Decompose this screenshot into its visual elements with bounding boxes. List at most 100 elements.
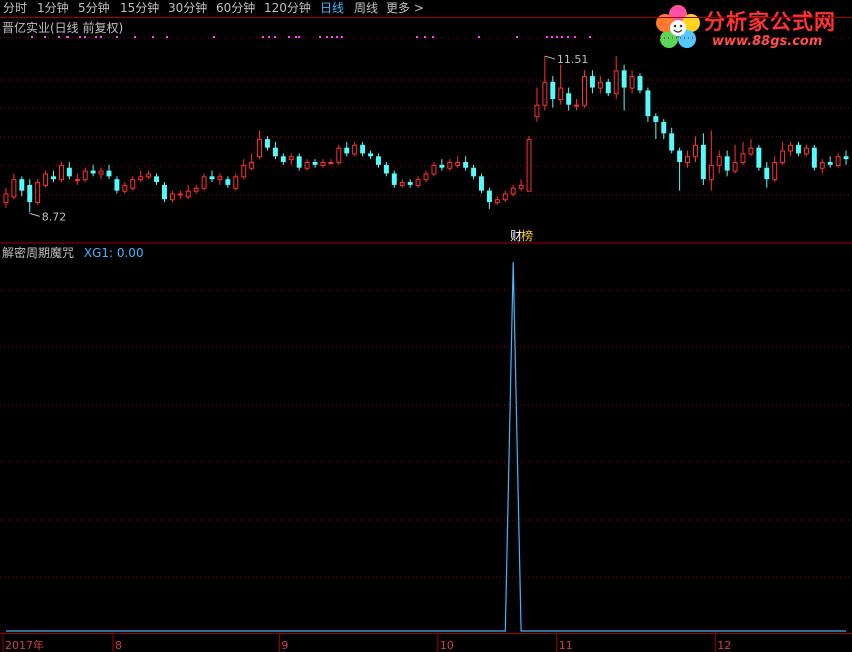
candle-body-99 xyxy=(788,144,794,152)
candle-body-22 xyxy=(177,193,183,196)
candle-76 xyxy=(605,78,611,97)
candle-body-60 xyxy=(479,176,484,191)
candle-5 xyxy=(43,170,49,188)
candle-body-28 xyxy=(225,179,231,185)
candle-body-61 xyxy=(486,190,492,203)
candle-84 xyxy=(669,127,675,154)
candle-77 xyxy=(613,56,619,99)
event-dot-1 xyxy=(44,36,46,38)
candle-19 xyxy=(154,173,160,185)
stock-chart[interactable]: 8.7211.51财榜 2017年 8 9 10 11 12 xyxy=(0,0,852,652)
candle-body-11 xyxy=(90,170,96,174)
candle-4 xyxy=(35,179,41,205)
candle-14 xyxy=(114,176,120,194)
x-tick-label-4: 11 xyxy=(559,639,573,652)
candle-97 xyxy=(772,156,778,183)
x-tick-label-3: 10 xyxy=(440,639,454,652)
event-dot-31 xyxy=(551,36,553,38)
candle-3 xyxy=(27,179,33,213)
candle-body-70 xyxy=(558,87,564,101)
candle-body-93 xyxy=(740,153,746,163)
candle-body-54 xyxy=(431,164,437,175)
event-dot-16 xyxy=(274,36,276,38)
candle-24 xyxy=(193,184,199,194)
candle-43 xyxy=(344,141,350,157)
candle-body-104 xyxy=(827,162,833,165)
candle-body-29 xyxy=(233,176,239,189)
event-dot-24 xyxy=(341,36,343,38)
event-dot-11 xyxy=(152,36,154,38)
candle-32 xyxy=(257,130,263,160)
candle-38 xyxy=(304,159,310,171)
candle-36 xyxy=(288,153,294,165)
candle-98 xyxy=(780,141,786,165)
candle-26 xyxy=(209,170,215,183)
candle-72 xyxy=(574,99,580,111)
candle-body-102 xyxy=(811,147,817,168)
candle-body-26 xyxy=(209,176,215,180)
candle-body-7 xyxy=(58,164,64,181)
candle-body-25 xyxy=(201,176,207,189)
candle-body-0 xyxy=(3,193,9,204)
candle-46 xyxy=(368,150,373,160)
candle-body-88 xyxy=(700,144,706,180)
candle-23 xyxy=(185,184,191,200)
candle-body-6 xyxy=(51,176,56,180)
candle-body-34 xyxy=(272,147,278,157)
candle-body-95 xyxy=(756,147,762,168)
candle-52 xyxy=(415,176,421,188)
candle-body-37 xyxy=(296,156,302,168)
candle-body-2 xyxy=(19,179,25,191)
candle-86 xyxy=(685,150,690,168)
candle-28 xyxy=(225,176,231,188)
candle-body-97 xyxy=(772,162,778,181)
candle-9 xyxy=(74,173,80,185)
candle-80 xyxy=(637,73,643,94)
candle-27 xyxy=(217,173,223,185)
x-tick-label-5: 12 xyxy=(717,639,731,652)
candle-15 xyxy=(122,182,128,194)
candle-body-106 xyxy=(843,156,849,160)
candle-51 xyxy=(407,179,413,188)
x-tick-label-0: 2017年 xyxy=(5,638,44,652)
candle-30 xyxy=(241,159,247,180)
candle-83 xyxy=(661,119,667,140)
candle-body-42 xyxy=(336,147,342,164)
candle-body-5 xyxy=(43,173,49,186)
event-dot-34 xyxy=(567,36,569,38)
candle-body-103 xyxy=(819,162,825,169)
candle-49 xyxy=(391,170,397,188)
event-dot-5 xyxy=(79,36,81,38)
event-dot-2 xyxy=(58,36,60,38)
event-dot-10 xyxy=(134,36,136,38)
candle-0 xyxy=(3,187,9,208)
candle-body-69 xyxy=(550,81,556,99)
candle-body-36 xyxy=(288,156,294,161)
candle-12 xyxy=(98,167,104,180)
candle-53 xyxy=(423,170,429,183)
candle-body-8 xyxy=(66,167,72,177)
candle-59 xyxy=(471,164,477,180)
candle-88 xyxy=(700,133,706,185)
candle-78 xyxy=(621,64,627,111)
candle-75 xyxy=(597,76,603,94)
candle-body-43 xyxy=(344,147,350,154)
event-dot-32 xyxy=(556,36,558,38)
candle-8 xyxy=(66,162,72,180)
candle-20 xyxy=(162,182,167,203)
candle-body-66 xyxy=(526,139,532,192)
candle-body-21 xyxy=(169,193,175,201)
event-dot-0 xyxy=(31,36,33,38)
candle-50 xyxy=(399,179,405,188)
candle-body-23 xyxy=(185,190,191,198)
candle-body-57 xyxy=(455,162,461,166)
candle-42 xyxy=(336,144,342,165)
candle-body-64 xyxy=(510,187,516,195)
candle-93 xyxy=(740,141,746,165)
indicator-pane xyxy=(6,261,846,632)
candle-25 xyxy=(201,173,207,191)
candle-99 xyxy=(788,141,794,157)
candle-71 xyxy=(566,87,572,111)
candle-58 xyxy=(463,156,469,171)
candle-body-72 xyxy=(574,104,580,107)
